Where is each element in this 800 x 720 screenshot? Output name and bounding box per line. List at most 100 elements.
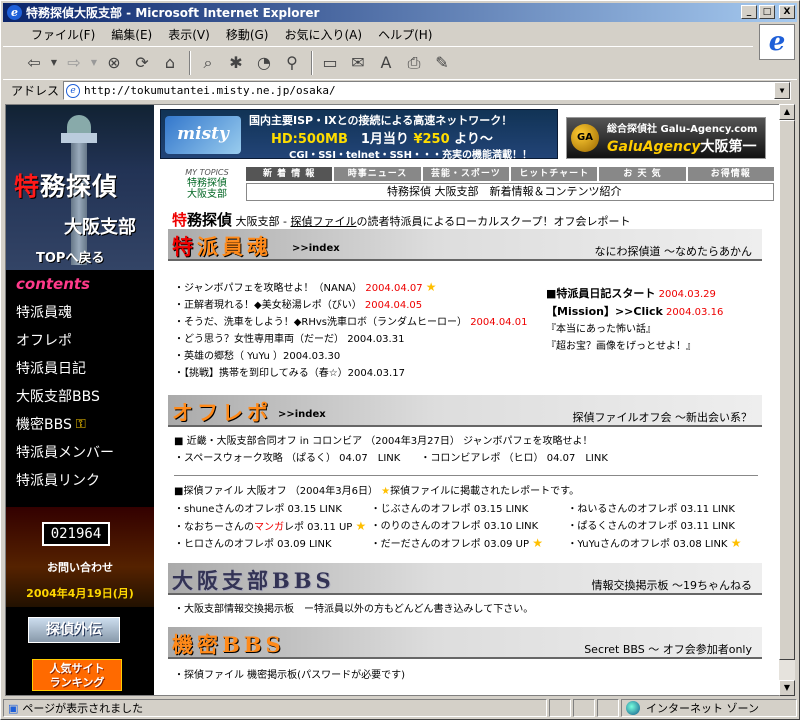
edit-icon[interactable]: ✎: [429, 50, 455, 76]
topic-display: 特務探偵 大阪支部 新着情報＆コンテンツ紹介: [246, 183, 774, 201]
topic-tabs: 新 着 情 報 時事ニュース 芸能・スポーツ ヒットチャート お 天 気 お得情…: [246, 167, 774, 181]
divider: [174, 475, 758, 476]
search-icon[interactable]: ⌕: [195, 50, 221, 76]
offrepo-list: ■ 近畿・大阪支部合同オフ in コロンビア （2004年3月27日） ジャンボ…: [174, 433, 608, 467]
sidebar-nav: 特派員魂 オフレポ 特派員日記 大阪支部BBS 機密BBS ⚿ 特派員メンバー 特…: [16, 298, 151, 494]
tab-hit-chart[interactable]: ヒットチャート: [510, 167, 598, 181]
section-title: 特派員魂: [172, 234, 272, 259]
dropdown-arrow-icon[interactable]: ▼: [89, 50, 99, 76]
key-icon: ⚿: [75, 416, 86, 432]
list-item[interactable]: ・なおちーさんのマンガレポ 03.11 UP ★: [174, 518, 371, 536]
status-bar: ▣ ページが表示されました インターネット ゾーン: [3, 698, 797, 718]
galu-agency-ad-banner[interactable]: GA 総合探偵社 Galu-Agency.com GaluAgency大阪第一: [566, 117, 766, 159]
list-item[interactable]: ・正解者現れる！◆美女秘湯レポ（びい） 2004.04.05: [174, 297, 527, 314]
mission-link[interactable]: 【Mission】>>Click 2004.03.16: [546, 303, 723, 321]
sidebar-item-osaka-bbs[interactable]: 大阪支部BBS: [16, 382, 151, 410]
back-arrow-icon[interactable]: ⇦: [21, 50, 47, 76]
list-item[interactable]: ・【挑戦】携帯を到印してみる（春☆）2004.03.17: [174, 365, 527, 382]
sidebar-item-diary[interactable]: 特派員日記: [16, 354, 151, 382]
channels-icon[interactable]: ⚲: [279, 50, 305, 76]
list-item[interactable]: ・shuneさんのオフレポ 03.15 LINK: [174, 501, 371, 518]
menu-go[interactable]: 移動(G): [218, 26, 277, 43]
list-item[interactable]: ■ 近畿・大阪支部合同オフ in コロンビア （2004年3月27日） ジャンボ…: [174, 433, 608, 450]
offrepo-col-3: ・ねいるさんのオフレポ 03.11 LINK ・ぱるくさんのオフレポ 03.11…: [567, 501, 764, 553]
list-item[interactable]: ・そうだ、洗車をしよう！◆RHvs洗車ロボ（ランダムヒーロー） 2004.04.…: [174, 314, 527, 331]
menu-file[interactable]: ファイル(F): [23, 26, 103, 43]
list-item[interactable]: ・だーださんのオフレポ 03.09 UP ★: [371, 535, 568, 553]
list-item[interactable]: 『本当にあった怖い話』: [546, 321, 723, 338]
fullscreen-icon[interactable]: ▭: [317, 50, 343, 76]
maximize-button[interactable]: □: [759, 5, 775, 19]
star-icon: ★: [425, 280, 437, 294]
misty-net-ad-banner[interactable]: misty net 国内主要ISP・IXとの接続による高速ネットワーク！ HD:…: [160, 109, 558, 180]
list-item[interactable]: ・YuYuさんのオフレポ 03.08 LINK ★: [567, 535, 764, 553]
sidebar-item-links[interactable]: 特派員リンク: [16, 466, 151, 494]
sidebar-item-secret-bbs[interactable]: 機密BBS ⚿: [16, 410, 151, 438]
mail-icon[interactable]: ✉: [345, 50, 371, 76]
list-item[interactable]: ・ヒロさんのオフレポ 03.09 LINK: [174, 536, 371, 553]
home-icon[interactable]: ⌂: [157, 50, 183, 76]
menu-edit[interactable]: 編集(E): [103, 26, 160, 43]
list-item[interactable]: ・探偵ファイル 機密掲示板(パスワードが必要です): [174, 667, 405, 684]
list-item[interactable]: ・大阪支部情報交換掲示板 ー特派員以外の方もどんどん書き込みして下さい。: [174, 601, 533, 618]
counter-panel: 021964 お問い合わせ 2004年4月19日(月): [6, 507, 154, 607]
menu-favorites[interactable]: お気に入り(A): [276, 26, 370, 43]
vertical-scrollbar[interactable]: ▲ ▼: [779, 104, 795, 696]
minimize-button[interactable]: _: [741, 5, 757, 19]
sidebar-item-tokuhain[interactable]: 特派員魂: [16, 298, 151, 326]
list-item[interactable]: ・ジャンボパフェを攻略せよ！（NANA） 2004.04.07 ★: [174, 279, 527, 297]
favorites-icon[interactable]: ✱: [223, 50, 249, 76]
scroll-thumb[interactable]: [779, 120, 795, 660]
ranking-banner[interactable]: 人気サイト ランキング: [32, 659, 122, 691]
scroll-down-icon[interactable]: ▼: [779, 680, 795, 696]
ie-app-icon: e: [7, 5, 22, 20]
dropdown-arrow-icon[interactable]: ▼: [49, 50, 59, 76]
galu-logo-icon: GA: [571, 124, 599, 152]
tab-entertainment[interactable]: 芸能・スポーツ: [422, 167, 509, 181]
toolbar-separator: [189, 50, 191, 75]
menu-help[interactable]: ヘルプ(H): [370, 26, 440, 43]
list-item[interactable]: ・ねいるさんのオフレポ 03.11 LINK: [567, 501, 764, 518]
tab-deals[interactable]: お得情報: [687, 167, 774, 181]
stop-icon[interactable]: ⊗: [101, 50, 127, 76]
list-item[interactable]: ・のりのさんのオフレポ 03.10 LINK: [371, 518, 568, 535]
list-item[interactable]: ・じぶさんのオフレポ 03.15 LINK: [371, 501, 568, 518]
list-item[interactable]: ・どう思う？女性専用車両（だーだ） 2004.03.31: [174, 331, 527, 348]
index-link[interactable]: >>index: [278, 409, 326, 420]
menu-view[interactable]: 表示(V): [160, 26, 218, 43]
refresh-icon[interactable]: ⟳: [129, 50, 155, 76]
index-link[interactable]: >>index: [292, 243, 340, 254]
close-button[interactable]: X: [779, 5, 795, 19]
list-item[interactable]: ・スペースウォーク攻略 （ぱるく） 04.07 LINK: [174, 453, 400, 464]
font-size-icon[interactable]: A: [373, 50, 399, 76]
list-item[interactable]: 『超お宝？画像をげっとせよ！』: [546, 338, 723, 355]
sidebar-item-members[interactable]: 特派員メンバー: [16, 438, 151, 466]
section-tagline: 情報交換掲示板 〜19ちゃんねる: [591, 579, 753, 592]
tab-current-news[interactable]: 時事ニュース: [334, 167, 421, 181]
title-bar[interactable]: e 特務探偵大阪支部 - Microsoft Internet Explorer…: [3, 3, 797, 22]
window-controls: _ □ X: [741, 5, 795, 19]
print-icon[interactable]: ⎙: [401, 50, 427, 76]
section-bbs-header: 大阪支部BBS 情報交換掲示板 〜19ちゃんねる: [168, 563, 762, 595]
tab-weather[interactable]: お 天 気: [599, 167, 686, 181]
list-item[interactable]: ・英雄の郷愁（ YuYu ）2004.03.30: [174, 348, 527, 365]
sidebar-item-offrepo[interactable]: オフレポ: [16, 326, 151, 354]
list-item[interactable]: ・ぱるくさんのオフレポ 03.11 LINK: [567, 518, 764, 535]
contact-link[interactable]: お問い合わせ: [6, 559, 154, 575]
page-icon: ▣: [8, 701, 19, 715]
top-link[interactable]: TOPへ戻る: [36, 247, 104, 266]
diary-panel: ■特派員日記スタート 2004.03.29 【Mission】>>Click 2…: [546, 285, 723, 355]
tantei-gaiden-banner[interactable]: 探偵外伝: [28, 617, 120, 643]
tab-news[interactable]: 新 着 情 報: [246, 167, 333, 181]
history-icon[interactable]: ◔: [251, 50, 277, 76]
forward-arrow-icon[interactable]: ⇨: [61, 50, 87, 76]
tantei-file-link[interactable]: 探偵ファイル: [291, 215, 357, 228]
menu-bar: ファイル(F) 編集(E) 表示(V) 移動(G) お気に入り(A) ヘルプ(H…: [3, 24, 743, 44]
list-item[interactable]: ・コロンビアレポ （ヒロ） 04.07 LINK: [420, 453, 608, 464]
scroll-up-icon[interactable]: ▲: [779, 104, 795, 120]
standard-toolbar: ⇦ ▼ ⇨ ▼ ⊗ ⟳ ⌂ ⌕ ✱ ◔ ⚲ ▭ ✉ A ⎙ ✎: [3, 46, 753, 78]
address-dropdown-icon[interactable]: ▼: [774, 82, 791, 99]
section-title: 大阪支部BBS: [172, 568, 335, 593]
address-input[interactable]: e http://tokumutantei.misty.ne.jp/osaka/…: [63, 81, 792, 100]
star-icon: ★: [532, 536, 543, 550]
